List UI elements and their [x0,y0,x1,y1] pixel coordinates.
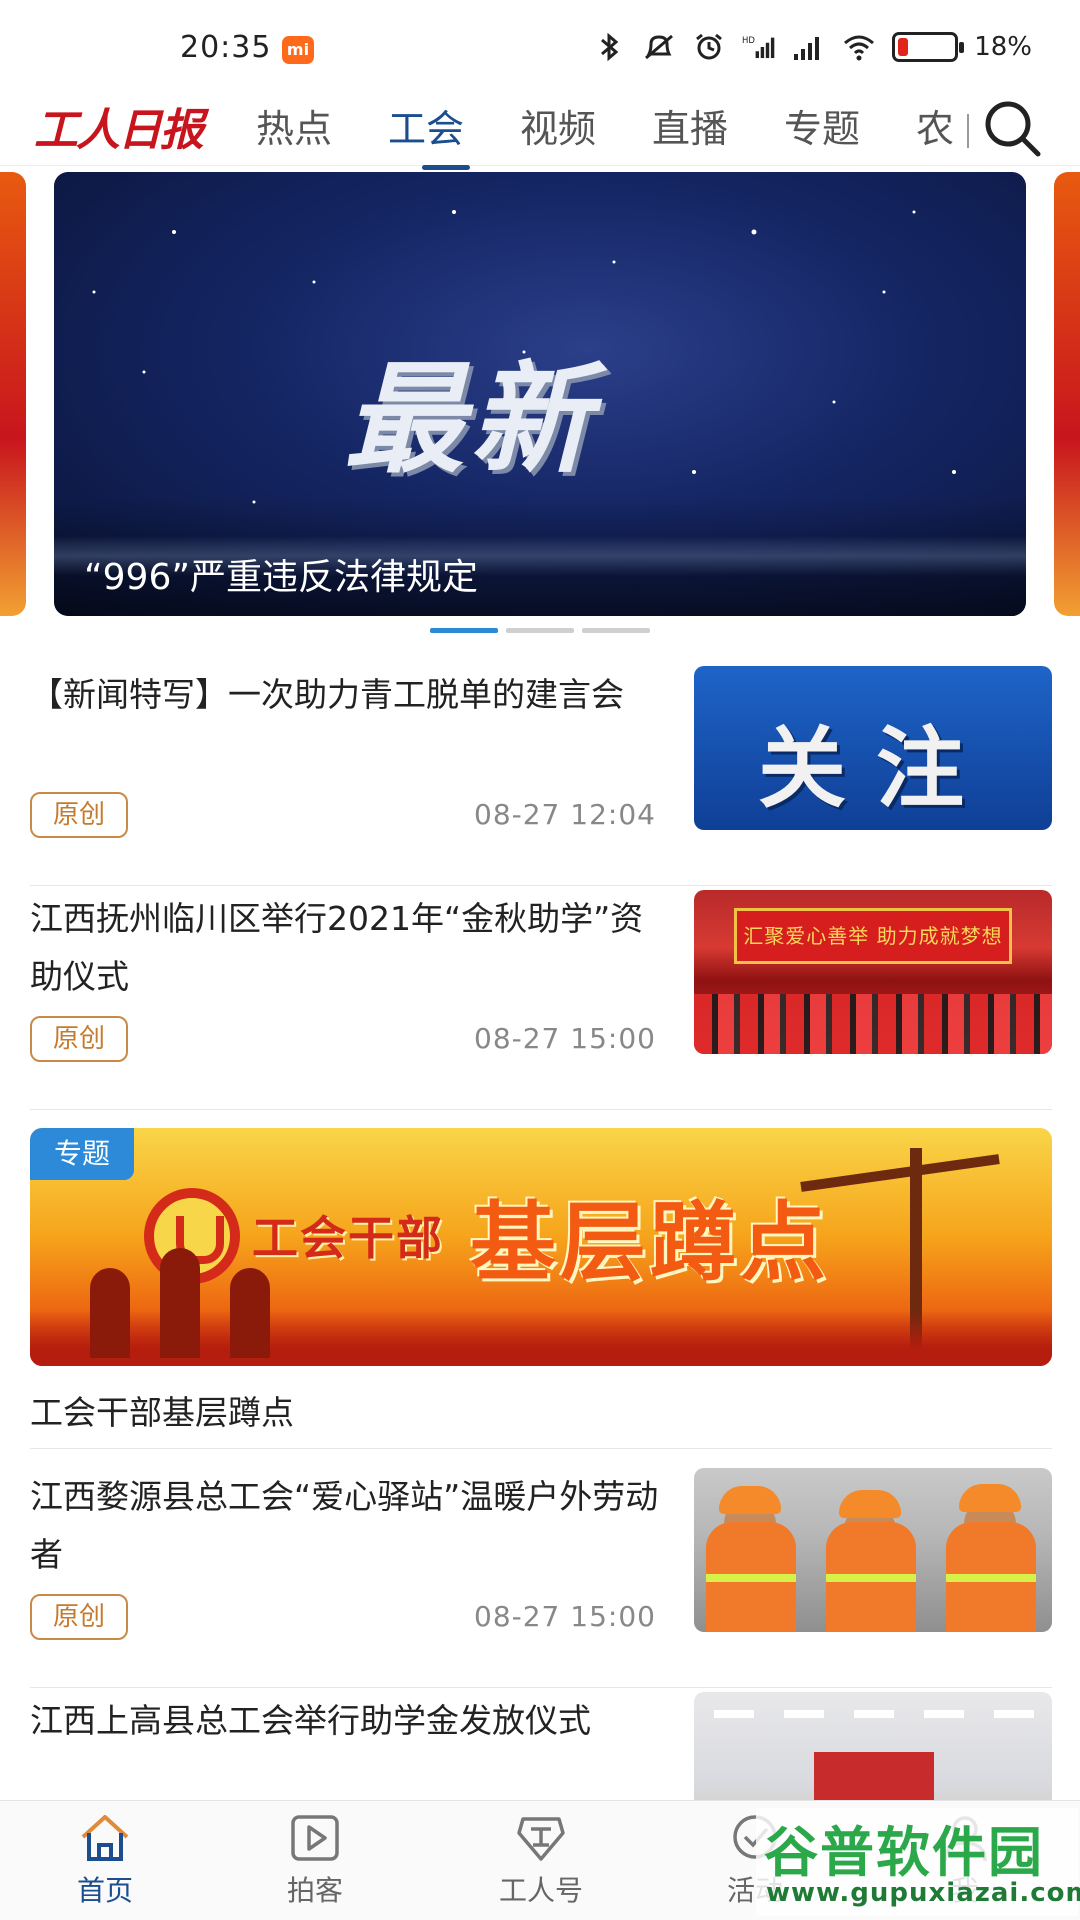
tab-union[interactable]: 工会 [388,98,520,170]
news-time: 08-27 12:04 [474,798,656,831]
news-item[interactable]: 江西婺源县总工会“爱心驿站”温暖户外劳动者 原创 08-27 15:00 [30,1468,1052,1688]
topic-badge: 专题 [30,1128,134,1180]
carousel-prev-slide[interactable] [0,172,26,616]
app-logo[interactable]: 工人日报 [34,94,204,158]
home-icon [81,1815,129,1861]
news-item[interactable]: 【新闻特写】一次助力青工脱单的建言会 原创 08-27 12:04 关注 [30,666,1052,886]
person-graphic [839,1490,901,1518]
mute-icon [645,34,674,60]
battery-icon [892,32,965,62]
nav-label: 工人号 [498,1874,583,1907]
worker-silhouette [230,1268,270,1358]
thumbnail-text: 关注 [758,716,995,820]
news-thumbnail: 关注 [694,666,1052,830]
tab-label: 热点 [256,107,333,151]
tab-label: 直播 [652,107,729,151]
worker-silhouette [90,1268,130,1358]
tab-hot[interactable]: 热点 [256,98,388,158]
news-title: 江西抚州临川区举行2021年“金秋助学”资助仪式 [30,899,644,996]
slide-image-text: 最新 [344,349,596,490]
hd-signal-icon: HD [742,36,775,59]
channel-tabs: 热点 工会 视频 直播 专题 农 [256,98,976,170]
alarm-icon [696,33,723,60]
wifi-icon [844,35,875,61]
active-tab-indicator [422,165,470,170]
person-graphic [719,1486,781,1514]
carousel-dot[interactable] [582,628,650,633]
original-tag: 原创 [30,1016,128,1062]
crane-graphic [800,1154,1000,1192]
top-nav: 工人日报 热点 工会 视频 直播 专题 农 [0,90,1080,170]
news-title: 江西婺源县总工会“爱心驿站”温暖户外劳动者 [30,1477,659,1574]
carousel-slide[interactable]: 最新 “996”严重违反法律规定 [54,172,1026,616]
topic-banner-small-text: 工会干部 [252,1211,444,1265]
tab-live[interactable]: 直播 [652,98,784,158]
nav-label: 拍客 [286,1874,343,1907]
tab-video[interactable]: 视频 [520,98,652,158]
headline-carousel[interactable]: 最新 “996”严重违反法律规定 [0,172,1080,622]
original-tag: 原创 [30,792,128,838]
thumbnail-banner: 汇聚爱心善举 助力成就梦想 [734,908,1012,964]
topic-banner-large-text: 基层蹲点 [470,1192,830,1293]
tab-divider [967,114,969,148]
news-time: 08-27 15:00 [474,1022,656,1055]
carousel-indicator [430,628,650,633]
original-tag: 原创 [30,1594,128,1640]
tab-label: 工会 [388,107,465,151]
bluetooth-icon [601,32,619,62]
person-graphic [946,1574,1036,1582]
status-time: 20:35 [180,30,272,65]
svg-text:HD: HD [742,36,755,46]
carousel-dot[interactable] [430,628,498,633]
nav-worker-account[interactable]: 工人号 [476,1811,606,1909]
news-time: 08-27 15:00 [474,1600,656,1633]
special-topic-banner[interactable]: 工会干部 基层蹲点 专题 [30,1128,1052,1366]
news-title: 江西上高县总工会举行助学金发放仪式 [30,1701,591,1740]
signal-icon [794,37,820,60]
play-icon [291,1815,339,1861]
watermark-url: www.gupuxiazai.com [766,1878,1080,1908]
nav-label: 首页 [76,1874,133,1907]
carrier-badge: mi [282,36,314,64]
crowd-graphic [694,994,1052,1054]
tab-label: 专题 [784,107,861,151]
person-graphic [706,1574,796,1582]
carousel-next-slide[interactable] [1054,172,1080,616]
watermark-title: 谷普软件园 [764,1821,1044,1884]
news-thumbnail [694,1468,1052,1632]
slide-caption: “996”严重违反法律规定 [84,557,479,598]
ceiling-lights-graphic [714,1710,1034,1718]
news-title: 【新闻特写】一次助力青工脱单的建言会 [30,675,624,714]
nav-home[interactable]: 首页 [40,1811,170,1909]
tab-label: 视频 [520,107,597,151]
carousel-dot[interactable] [506,628,574,633]
worker-badge-icon [517,1817,565,1861]
news-thumbnail: 汇聚爱心善举 助力成就梦想 [694,890,1052,1054]
worker-silhouette [160,1248,200,1358]
topic-caption[interactable]: 工会干部基层蹲点 [30,1386,294,1434]
person-graphic [826,1574,916,1582]
tab-topic[interactable]: 专题 [784,98,916,158]
tab-label: 农 [916,107,955,151]
battery-level [898,38,909,56]
search-icon[interactable] [980,96,1044,160]
person-graphic [959,1484,1021,1512]
battery-percent: 18% [974,32,1032,62]
site-watermark: 谷普软件园 www.gupuxiazai.com [756,1808,1080,1916]
status-bar: 20:35 mi HD 18% [0,0,1080,90]
nav-photographer[interactable]: 拍客 [250,1811,380,1909]
news-item[interactable]: 江西抚州临川区举行2021年“金秋助学”资助仪式 原创 08-27 15:00 … [30,890,1052,1110]
thumbnail-text: 汇聚爱心善举 助力成就梦想 [743,924,1003,948]
divider [30,1448,1052,1449]
